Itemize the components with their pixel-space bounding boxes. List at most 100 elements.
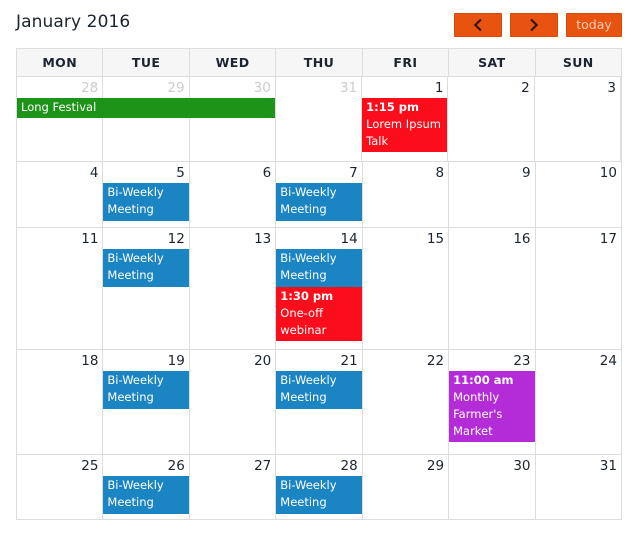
day-number: 12 xyxy=(167,231,185,247)
calendar-event[interactable]: Bi-Weekly Meeting xyxy=(276,183,362,221)
day-cell-2[interactable]: 2 xyxy=(448,77,535,161)
day-events: Bi-Weekly Meeting xyxy=(103,183,189,221)
calendar-event[interactable]: Bi-Weekly Meeting xyxy=(276,249,362,287)
day-number: 8 xyxy=(435,165,445,181)
event-title: Bi-Weekly Meeting xyxy=(280,478,337,509)
day-cell-29[interactable]: 29 xyxy=(103,77,190,161)
day-cell-3[interactable]: 3 xyxy=(535,77,621,161)
day-number: 19 xyxy=(167,353,185,369)
day-events: Bi-Weekly Meeting xyxy=(276,371,362,409)
day-number: 30 xyxy=(513,458,531,474)
day-number: 14 xyxy=(340,231,358,247)
event-time: 1:30 pm xyxy=(280,289,334,303)
day-cell-28[interactable]: 28 xyxy=(17,77,104,161)
day-cell-20[interactable]: 20 xyxy=(190,350,277,454)
chevron-left-icon xyxy=(455,18,501,32)
event-title: One-off webinar xyxy=(280,306,327,337)
day-cell-7[interactable]: 7 Bi-Weekly Meeting xyxy=(276,162,363,227)
calendar-event[interactable]: Bi-Weekly Meeting xyxy=(276,371,362,409)
weekday-header-wed: WED xyxy=(190,49,277,76)
calendar-event[interactable]: Bi-Weekly Meeting xyxy=(103,183,189,221)
day-cell-24[interactable]: 24 xyxy=(536,350,621,454)
day-cell-27[interactable]: 27 xyxy=(190,455,277,519)
day-number: 20 xyxy=(254,353,272,369)
day-cell-19[interactable]: 19 Bi-Weekly Meeting xyxy=(103,350,190,454)
chevron-right-icon xyxy=(511,18,557,32)
day-number: 30 xyxy=(253,80,271,96)
day-number: 31 xyxy=(599,458,617,474)
day-cell-9[interactable]: 9 xyxy=(449,162,536,227)
day-number: 27 xyxy=(254,458,272,474)
day-number: 5 xyxy=(176,165,185,181)
day-cell-12[interactable]: 12 Bi-Weekly Meeting xyxy=(103,228,190,349)
day-number: 28 xyxy=(340,458,358,474)
day-number: 25 xyxy=(81,458,99,474)
day-cell-16[interactable]: 16 xyxy=(449,228,536,349)
day-number: 11 xyxy=(81,231,99,247)
day-events: 11:00 am Monthly Farmer's Market xyxy=(449,371,535,442)
weekday-header-row: MON TUE WED THU FRI SAT SUN xyxy=(17,49,621,77)
day-number: 9 xyxy=(521,165,531,181)
event-title: Lorem Ipsum Talk xyxy=(366,117,441,148)
calendar-event[interactable]: 1:30 pm One-off webinar xyxy=(276,287,362,341)
today-button[interactable]: today xyxy=(566,13,622,37)
day-number: 18 xyxy=(81,353,99,369)
day-cell-15[interactable]: 15 xyxy=(363,228,450,349)
day-cell-8[interactable]: 8 xyxy=(363,162,450,227)
event-time: 11:00 am xyxy=(453,373,514,387)
day-number: 26 xyxy=(167,458,185,474)
calendar-event[interactable]: Bi-Weekly Meeting xyxy=(276,476,362,514)
day-number: 6 xyxy=(262,165,272,181)
weekday-header-mon: MON xyxy=(17,49,104,76)
calendar-event[interactable]: Bi-Weekly Meeting xyxy=(103,371,189,409)
day-cell-4[interactable]: 4 xyxy=(17,162,104,227)
event-title: Bi-Weekly Meeting xyxy=(107,373,164,404)
day-cell-22[interactable]: 22 xyxy=(363,350,450,454)
day-cell-5[interactable]: 5 Bi-Weekly Meeting xyxy=(103,162,190,227)
calendar-event[interactable]: 11:00 am Monthly Farmer's Market xyxy=(449,371,535,442)
day-cell-6[interactable]: 6 xyxy=(190,162,277,227)
calendar-week-row: 25 26 Bi-Weekly Meeting 27 28 Bi-Weekly Meeti… xyxy=(17,455,621,519)
calendar-event[interactable]: Bi-Weekly Meeting xyxy=(103,249,189,287)
day-events: Bi-Weekly Meeting xyxy=(103,249,189,287)
prev-month-button[interactable] xyxy=(454,13,502,37)
next-month-button[interactable] xyxy=(510,13,558,37)
calendar-event[interactable]: 1:15 pm Lorem Ipsum Talk xyxy=(362,98,448,152)
day-number: 1 xyxy=(434,80,444,96)
day-cell-13[interactable]: 13 xyxy=(190,228,277,349)
event-title: Bi-Weekly Meeting xyxy=(280,373,337,404)
weekday-header-thu: THU xyxy=(276,49,363,76)
day-cell-30[interactable]: 30 xyxy=(190,77,276,161)
calendar-week-row: 18 19 Bi-Weekly Meeting 20 21 Bi-Weekly Meeti… xyxy=(17,350,621,455)
day-cell-30[interactable]: 30 xyxy=(449,455,536,519)
day-cell-23[interactable]: 23 11:00 am Monthly Farmer's Market xyxy=(449,350,536,454)
calendar-app: January 2016 today MON TUE WED THU FRI SA xyxy=(0,0,638,537)
day-cell-29[interactable]: 29 xyxy=(363,455,450,519)
day-cell-11[interactable]: 11 xyxy=(17,228,104,349)
day-cell-17[interactable]: 17 xyxy=(536,228,621,349)
day-cell-14[interactable]: 14 Bi-Weekly Meeting 1:30 pm One-off webina… xyxy=(276,228,363,349)
event-title: Bi-Weekly Meeting xyxy=(107,185,164,216)
weekday-header-sat: SAT xyxy=(449,49,536,76)
day-cell-21[interactable]: 21 Bi-Weekly Meeting xyxy=(276,350,363,454)
day-events: Bi-Weekly Meeting xyxy=(276,476,362,514)
day-cell-31[interactable]: 31 xyxy=(276,77,363,161)
weekday-header-tue: TUE xyxy=(103,49,190,76)
calendar-event-multiday[interactable]: Long Festival xyxy=(17,98,275,118)
day-cell-25[interactable]: 25 xyxy=(17,455,104,519)
calendar-event[interactable]: Bi-Weekly Meeting xyxy=(103,476,189,514)
day-events: 1:15 pm Lorem Ipsum Talk xyxy=(362,98,448,152)
day-cell-10[interactable]: 10 xyxy=(536,162,621,227)
day-events: Bi-Weekly Meeting 1:30 pm One-off webinar xyxy=(276,249,362,341)
day-cell-1[interactable]: 1 1:15 pm Lorem Ipsum Talk xyxy=(362,77,449,161)
event-title: Bi-Weekly Meeting xyxy=(280,251,337,282)
day-number: 16 xyxy=(513,231,531,247)
day-cell-26[interactable]: 26 Bi-Weekly Meeting xyxy=(103,455,190,519)
day-cell-18[interactable]: 18 xyxy=(17,350,104,454)
toolbar-button-group: today xyxy=(454,13,622,37)
day-cell-31[interactable]: 31 xyxy=(536,455,621,519)
calendar-grid: MON TUE WED THU FRI SAT SUN 28 29 30 31 1 1:15 pm Lo… xyxy=(16,48,622,520)
day-cell-28[interactable]: 28 Bi-Weekly Meeting xyxy=(276,455,363,519)
calendar-week-row: 11 12 Bi-Weekly Meeting 13 14 Bi-Weekly Meeti… xyxy=(17,228,621,350)
day-number: 4 xyxy=(89,165,99,181)
